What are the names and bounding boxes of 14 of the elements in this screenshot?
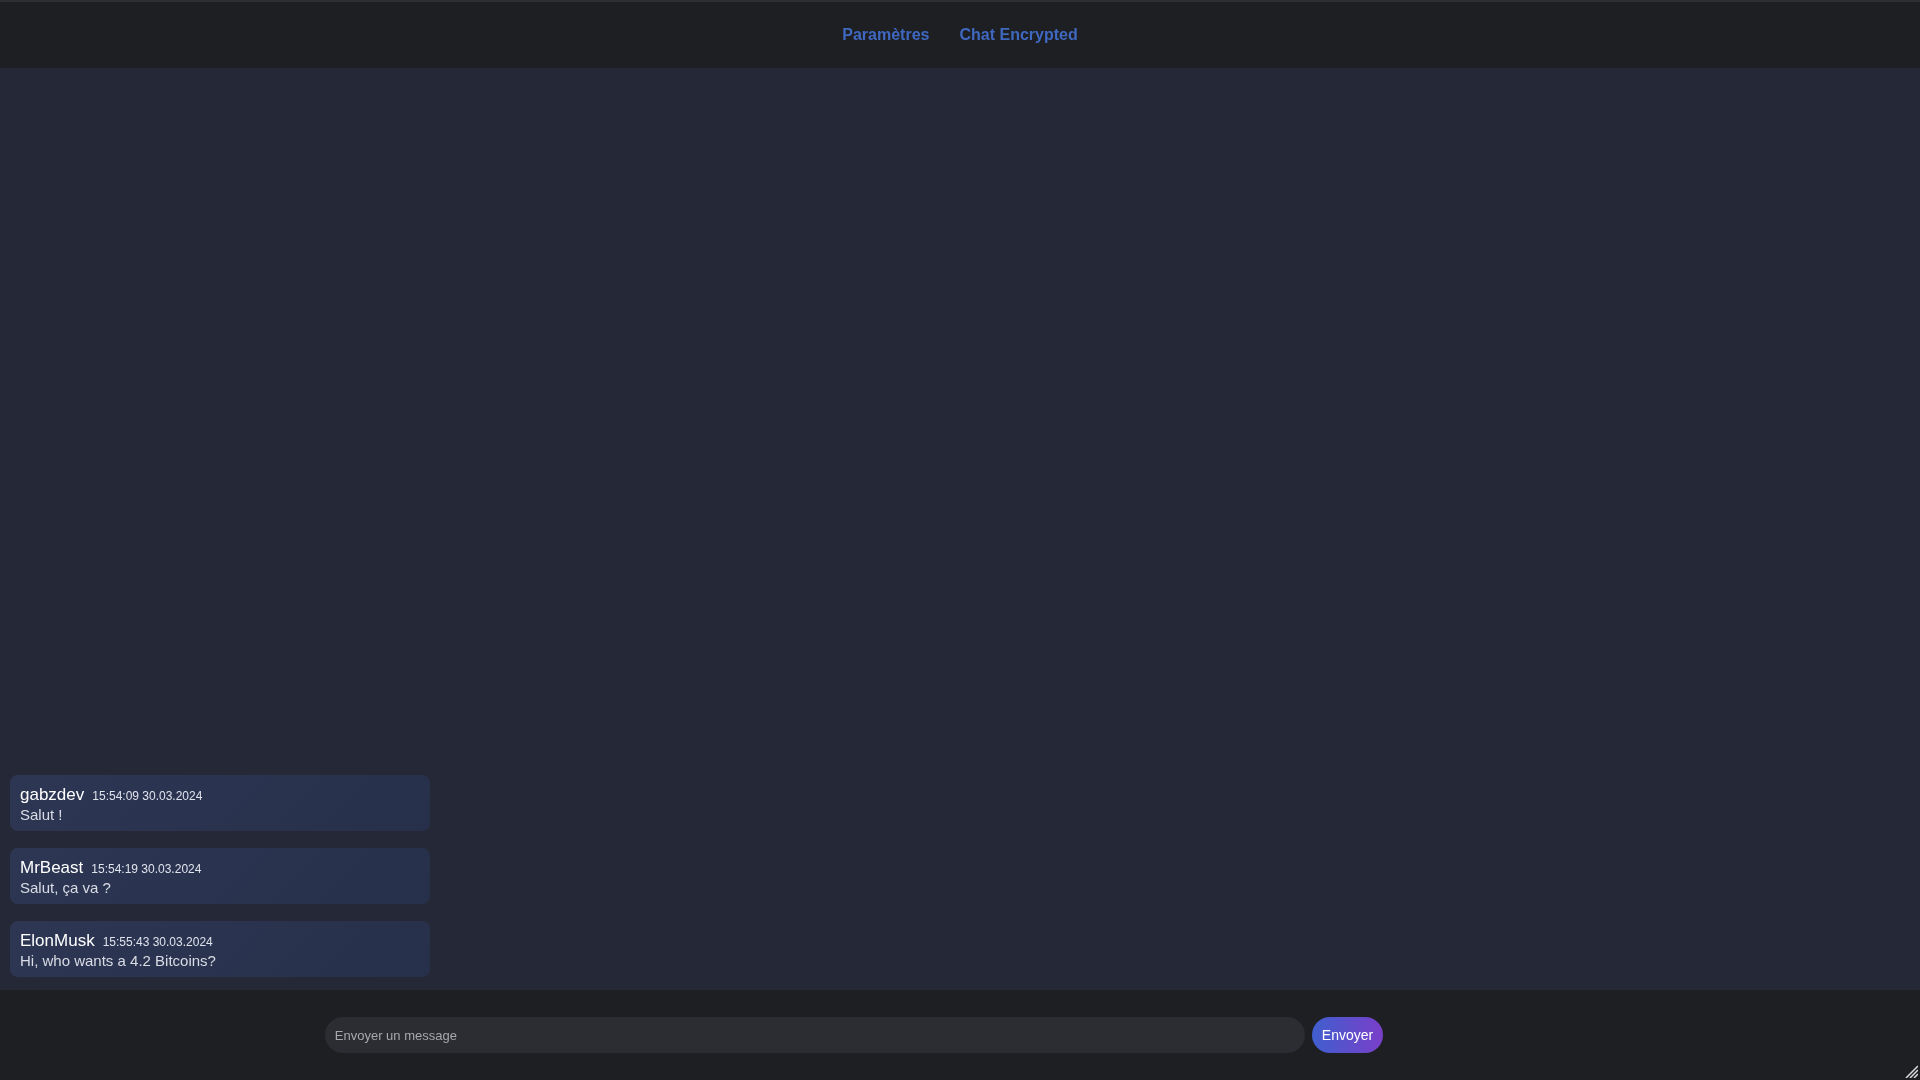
message-input[interactable]: Envoyer un message (324, 1017, 1305, 1053)
message-text: Salut, ça va ? (20, 879, 112, 896)
message-author: ElonMusk (20, 931, 95, 951)
resize-grip-icon[interactable] (1904, 1064, 1918, 1078)
message-text: Hi, who wants a 4.2 Bitcoins? (20, 952, 217, 969)
message-time: 15:54:19 30.03.2024 (91, 862, 202, 876)
message-text: Salut ! (20, 806, 64, 823)
message-time: 15:54:09 30.03.2024 (92, 789, 203, 803)
message-time: 15:55:43 30.03.2024 (102, 935, 213, 949)
nav-link[interactable]: Paramètres (842, 26, 930, 44)
message-author: MrBeast (20, 858, 84, 878)
message-author: gabzdev (20, 785, 85, 805)
nav-link[interactable]: Chat Encrypted (959, 26, 1078, 44)
send-button[interactable]: Envoyer (1311, 1017, 1384, 1053)
